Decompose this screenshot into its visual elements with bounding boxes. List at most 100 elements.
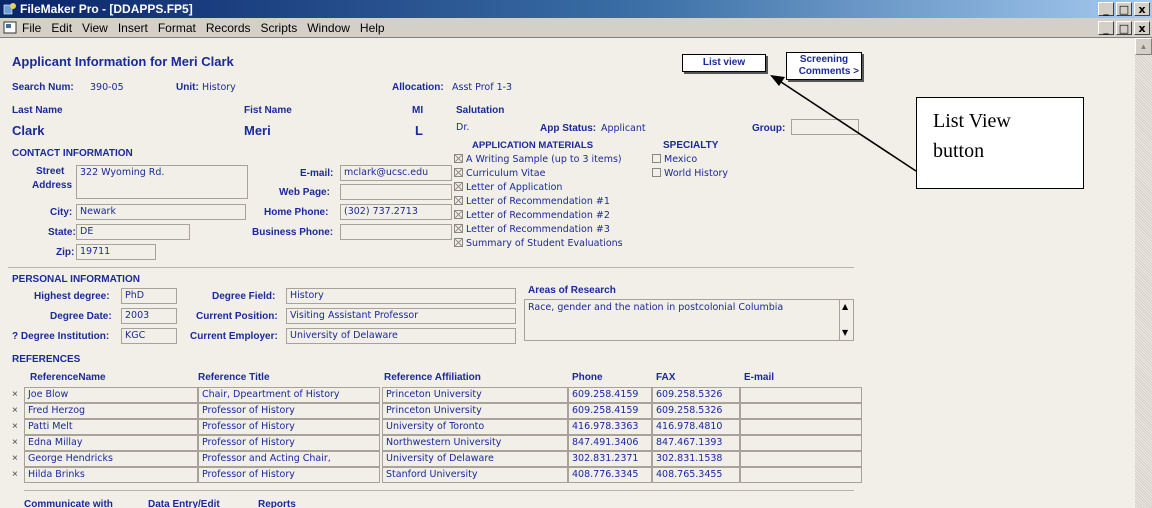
ref-name-cell[interactable]: Edna Millay	[24, 435, 198, 451]
ref-fax-cell[interactable]: 302.831.1538	[652, 451, 740, 467]
specialty-item[interactable]: Mexico	[652, 154, 697, 165]
tab-reports[interactable]: Reports	[258, 499, 296, 508]
scroll-up-icon[interactable]: ▲	[1135, 38, 1152, 55]
ref-title-cell[interactable]: Chair, Dpeartment of History	[198, 387, 380, 403]
ref-fax-cell[interactable]: 609.258.5326	[652, 403, 740, 419]
ref-phone-cell[interactable]: 609.258.4159	[568, 403, 652, 419]
material-item[interactable]: Summary of Student Evaluations	[454, 238, 623, 249]
material-item[interactable]: A Writing Sample (up to 3 items)	[454, 154, 622, 165]
ref-fax-cell[interactable]: 416.978.4810	[652, 419, 740, 435]
first-name-value[interactable]: Meri	[244, 123, 271, 138]
checkbox-checked-icon[interactable]	[454, 196, 463, 205]
research-textarea[interactable]: Race, gender and the nation in postcolon…	[524, 299, 854, 341]
doc-maximize-button[interactable]: □	[1116, 21, 1132, 35]
current-position-field[interactable]: Visiting Assistant Professor	[286, 308, 516, 324]
home-phone-field[interactable]: (302) 737.2713	[340, 204, 452, 220]
ref-fax-cell[interactable]: 408.765.3455	[652, 467, 740, 483]
tab-data-entry-edit[interactable]: Data Entry/Edit	[148, 499, 220, 508]
vertical-scrollbar[interactable]	[1135, 38, 1152, 508]
research-scrollbar[interactable]: ▲ ▼	[839, 300, 853, 340]
ref-phone-cell[interactable]: 416.978.3363	[568, 419, 652, 435]
menu-help[interactable]: Help	[360, 21, 385, 35]
checkbox-checked-icon[interactable]	[454, 210, 463, 219]
menu-format[interactable]: Format	[158, 21, 196, 35]
doc-close-button[interactable]: x	[1134, 21, 1150, 35]
screening-comments-button[interactable]: Screening Comments >	[786, 52, 862, 80]
material-item[interactable]: Letter of Recommendation #2	[454, 210, 610, 221]
ref-email-cell[interactable]	[740, 403, 862, 419]
material-item[interactable]: Letter of Application	[454, 182, 562, 193]
business-phone-field[interactable]	[340, 224, 452, 240]
scroll-up-arrow-icon[interactable]: ▲	[842, 302, 848, 311]
ref-title-cell[interactable]: Professor of History	[198, 467, 380, 483]
delete-row-icon[interactable]: ×	[12, 405, 18, 416]
city-field[interactable]: Newark	[76, 204, 246, 220]
ref-phone-cell[interactable]: 302.831.2371	[568, 451, 652, 467]
menu-records[interactable]: Records	[206, 21, 251, 35]
menu-view[interactable]: View	[82, 21, 108, 35]
delete-row-icon[interactable]: ×	[12, 437, 18, 448]
checkbox-checked-icon[interactable]	[454, 224, 463, 233]
specialty-item[interactable]: World History	[652, 168, 728, 179]
degree-date-field[interactable]: 2003	[121, 308, 177, 324]
mi-value[interactable]: L	[415, 123, 423, 138]
filemaker-app-icon[interactable]	[3, 2, 17, 15]
ref-phone-cell[interactable]: 408.776.3345	[568, 467, 652, 483]
unit-value[interactable]: History	[202, 82, 236, 93]
last-name-value[interactable]: Clark	[12, 123, 45, 138]
list-view-button[interactable]: List view	[682, 54, 766, 72]
ref-name-cell[interactable]: Joe Blow	[24, 387, 198, 403]
menu-window[interactable]: Window	[307, 21, 350, 35]
ref-affiliation-cell[interactable]: Stanford University	[382, 467, 568, 483]
ref-email-cell[interactable]	[740, 467, 862, 483]
ref-fax-cell[interactable]: 847.467.1393	[652, 435, 740, 451]
delete-row-icon[interactable]: ×	[12, 469, 18, 480]
ref-phone-cell[interactable]: 847.491.3406	[568, 435, 652, 451]
ref-name-cell[interactable]: Fred Herzog	[24, 403, 198, 419]
ref-title-cell[interactable]: Professor of History	[198, 419, 380, 435]
menu-insert[interactable]: Insert	[118, 21, 148, 35]
ref-email-cell[interactable]	[740, 451, 862, 467]
ref-name-cell[interactable]: George Hendricks	[24, 451, 198, 467]
ref-name-cell[interactable]: Patti Melt	[24, 419, 198, 435]
highest-degree-field[interactable]: PhD	[121, 288, 177, 304]
app-status-value[interactable]: Applicant	[601, 123, 646, 134]
ref-email-cell[interactable]	[740, 387, 862, 403]
ref-affiliation-cell[interactable]: Princeton University	[382, 403, 568, 419]
ref-affiliation-cell[interactable]: Northwestern University	[382, 435, 568, 451]
material-item[interactable]: Letter of Recommendation #1	[454, 196, 610, 207]
zip-field[interactable]: 19711	[76, 244, 156, 260]
ref-fax-cell[interactable]: 609.258.5326	[652, 387, 740, 403]
state-field[interactable]: DE	[76, 224, 190, 240]
maximize-button[interactable]: □	[1116, 2, 1132, 16]
ref-affiliation-cell[interactable]: University of Delaware	[382, 451, 568, 467]
checkbox-checked-icon[interactable]	[454, 182, 463, 191]
checkbox-checked-icon[interactable]	[454, 154, 463, 163]
menu-edit[interactable]: Edit	[51, 21, 72, 35]
degree-institution-field[interactable]: KGC	[121, 328, 177, 344]
email-field[interactable]: mclark@ucsc.edu	[340, 165, 452, 181]
ref-title-cell[interactable]: Professor of History	[198, 403, 380, 419]
ref-title-cell[interactable]: Professor of History	[198, 435, 380, 451]
webpage-field[interactable]	[340, 184, 452, 200]
checkbox-checked-icon[interactable]	[454, 168, 463, 177]
checkbox-unchecked-icon[interactable]	[652, 168, 661, 177]
ref-affiliation-cell[interactable]: Princeton University	[382, 387, 568, 403]
document-icon[interactable]	[3, 21, 17, 34]
material-item[interactable]: Letter of Recommendation #3	[454, 224, 610, 235]
minimize-button[interactable]: _	[1098, 2, 1114, 16]
delete-row-icon[interactable]: ×	[12, 453, 18, 464]
ref-name-cell[interactable]: Hilda Brinks	[24, 467, 198, 483]
delete-row-icon[interactable]: ×	[12, 389, 18, 400]
ref-email-cell[interactable]	[740, 419, 862, 435]
checkbox-unchecked-icon[interactable]	[652, 154, 661, 163]
doc-minimize-button[interactable]: _	[1098, 21, 1114, 35]
menu-scripts[interactable]: Scripts	[261, 21, 298, 35]
current-employer-field[interactable]: University of Delaware	[286, 328, 516, 344]
search-num-value[interactable]: 390-05	[90, 82, 124, 93]
scroll-down-arrow-icon[interactable]: ▼	[842, 328, 848, 337]
tab-communicate-with[interactable]: Communicate with	[24, 499, 113, 508]
material-item[interactable]: Curriculum Vitae	[454, 168, 545, 179]
ref-email-cell[interactable]	[740, 435, 862, 451]
ref-phone-cell[interactable]: 609.258.4159	[568, 387, 652, 403]
